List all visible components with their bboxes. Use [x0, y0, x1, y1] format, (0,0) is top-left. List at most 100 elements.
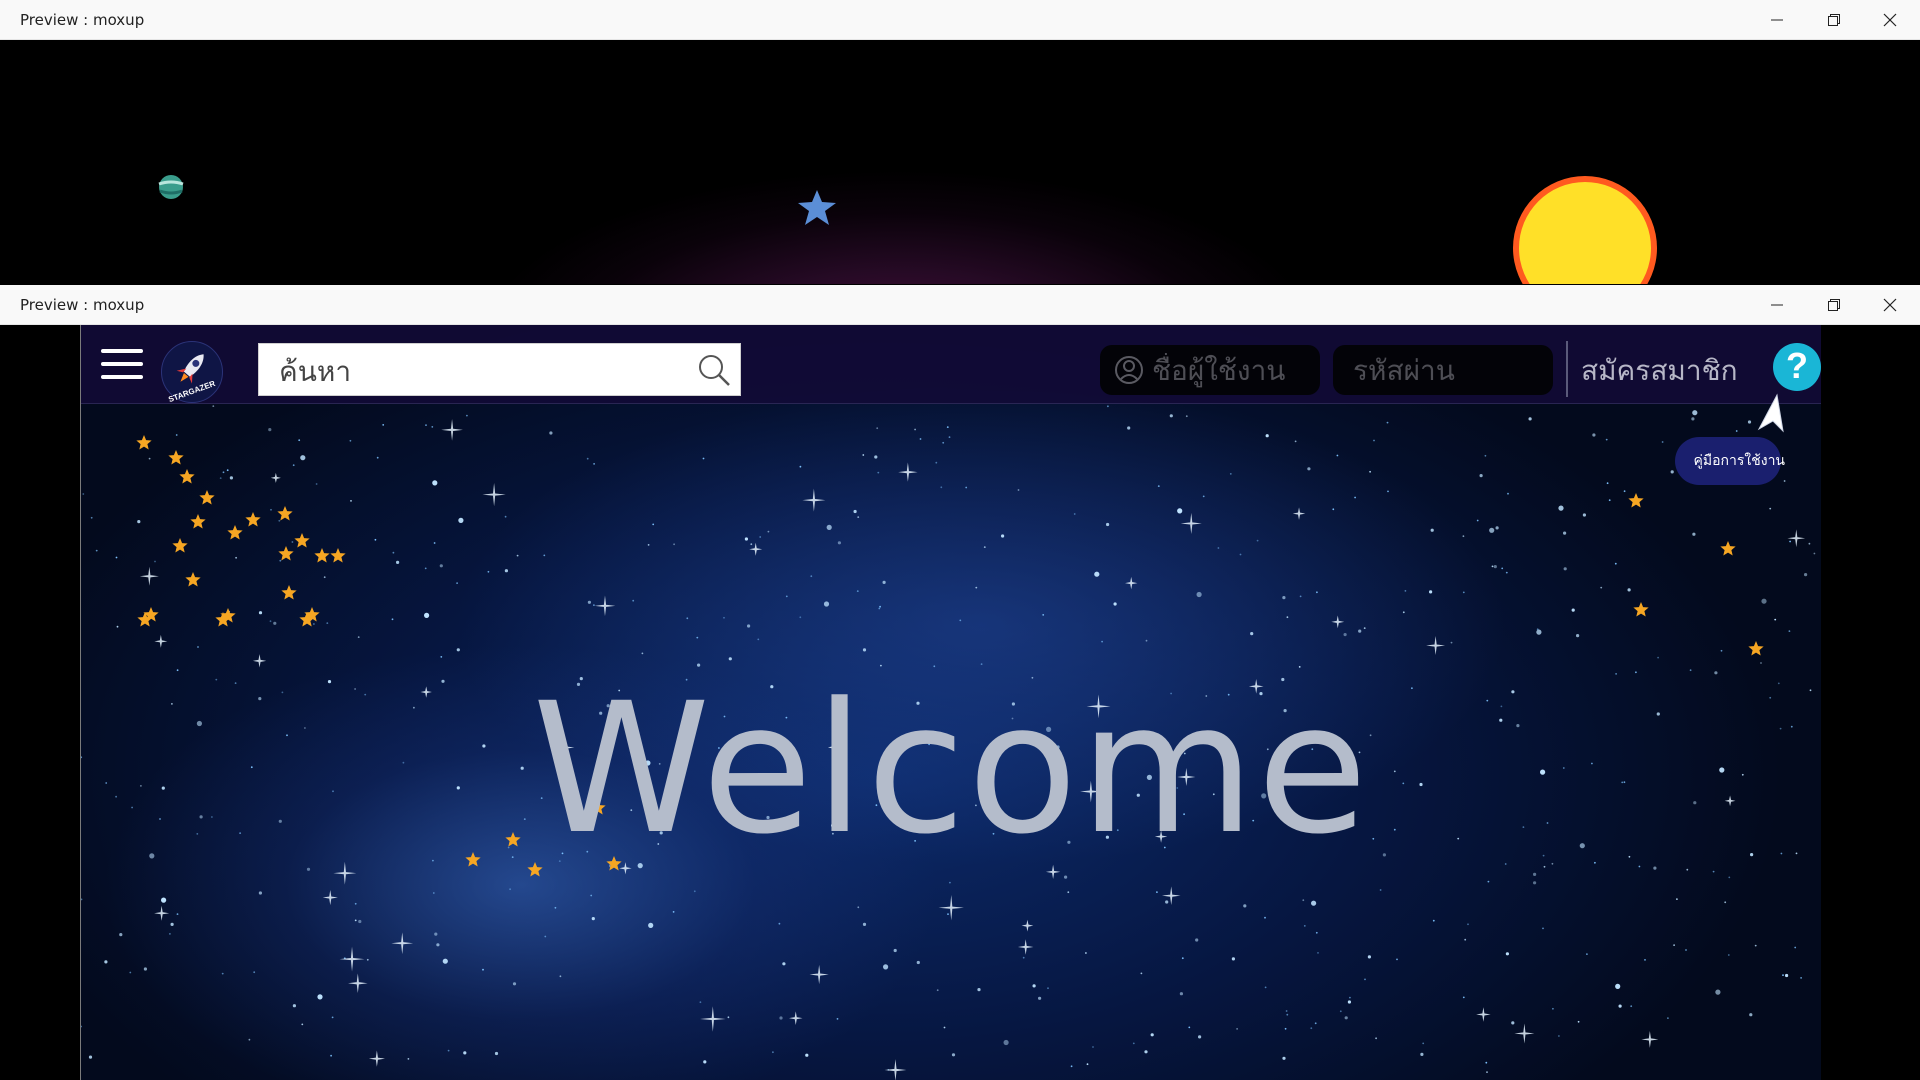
help-button[interactable]: ? [1773, 343, 1821, 391]
background-star [1464, 938, 1467, 941]
search-icon[interactable] [696, 352, 732, 388]
background-star [504, 569, 508, 573]
background-star [253, 971, 256, 974]
background-star [169, 933, 171, 935]
background-star [268, 428, 272, 432]
background-star [857, 906, 860, 909]
background-star [1132, 1042, 1135, 1045]
help-icon: ? [1786, 345, 1808, 386]
background-star [1195, 938, 1199, 942]
background-star [354, 919, 357, 922]
sparkle-star [322, 889, 338, 906]
background-star [391, 618, 394, 621]
background-star [1657, 656, 1659, 659]
background-star [1691, 417, 1695, 421]
gold-star-icon [294, 533, 310, 548]
restore-button[interactable] [1806, 0, 1862, 40]
background-star [587, 600, 591, 604]
background-star [137, 520, 141, 524]
background-star [1165, 900, 1169, 904]
background-star [1140, 972, 1143, 975]
background-star [632, 599, 635, 602]
background-star [1286, 616, 1289, 619]
username-input[interactable] [1150, 352, 1320, 388]
minimize-button[interactable] [1749, 285, 1805, 325]
background-star [591, 917, 595, 921]
close-button[interactable] [1862, 285, 1918, 325]
background-star [1302, 899, 1305, 902]
preview-window-front: Preview : moxup STARGAZER ค้นหา ชื่อผู้ใ… [0, 285, 1920, 1080]
background-star [1635, 671, 1637, 674]
background-star [1316, 591, 1318, 594]
user-manual-button[interactable]: คู่มือการใช้งาน [1675, 437, 1785, 485]
background-star [1432, 919, 1435, 922]
background-star [392, 551, 395, 554]
gold-star-icon [190, 514, 206, 529]
background-star [1692, 410, 1698, 416]
background-star [1113, 602, 1117, 606]
background-star [424, 612, 430, 618]
background-star [1145, 639, 1148, 642]
window-title: Preview : moxup [20, 11, 145, 29]
background-star [197, 646, 199, 648]
background-star [1229, 473, 1232, 475]
restore-button[interactable] [1806, 285, 1862, 325]
background-star [1092, 1046, 1094, 1048]
background-star [366, 958, 369, 961]
background-star [376, 456, 379, 459]
sparkle-star [1161, 886, 1181, 905]
background-star [559, 975, 562, 978]
background-star [1504, 863, 1507, 865]
background-star [1543, 865, 1546, 868]
username-field[interactable] [1100, 345, 1320, 395]
background-star [440, 656, 443, 658]
sparkle-star [700, 1006, 726, 1032]
password-input[interactable] [1351, 352, 1553, 388]
background-star [1501, 567, 1504, 570]
background-star [1188, 1026, 1191, 1029]
gold-star-icon [281, 585, 297, 600]
background-star [424, 567, 427, 570]
sparkle-star [368, 1050, 385, 1067]
hamburger-menu-button[interactable] [101, 349, 145, 381]
background-star [648, 922, 654, 929]
gold-star-icon [168, 450, 184, 465]
background-star [1239, 553, 1242, 556]
background-star [1367, 955, 1371, 959]
background-star [1685, 949, 1687, 951]
background-star [313, 623, 315, 625]
background-star [1804, 573, 1808, 577]
search-input[interactable] [277, 352, 681, 390]
close-button[interactable] [1862, 0, 1918, 40]
background-star [772, 1051, 774, 1054]
background-star [1332, 508, 1335, 511]
background-star [1264, 986, 1267, 989]
background-star [317, 994, 323, 1000]
background-star [1354, 496, 1356, 499]
title-bar[interactable]: Preview : moxup [0, 285, 1920, 325]
background-star [1430, 528, 1434, 532]
background-star [696, 636, 699, 639]
background-star [1627, 588, 1631, 592]
background-star [1073, 513, 1076, 515]
title-bar[interactable]: Preview : moxup [0, 0, 1920, 40]
background-star [1094, 571, 1100, 577]
background-star [935, 461, 938, 464]
background-star [1644, 959, 1646, 961]
background-star [1294, 440, 1297, 443]
background-star [549, 431, 553, 435]
register-link[interactable]: สมัครสมาชิก [1581, 349, 1738, 393]
background-star [1552, 1007, 1554, 1010]
stargazer-logo[interactable]: STARGAZER [161, 341, 223, 404]
background-star [1363, 627, 1366, 629]
background-star [1422, 1042, 1425, 1045]
background-star [936, 989, 939, 992]
gold-star-icon [199, 490, 215, 505]
minimize-button[interactable] [1749, 0, 1805, 40]
front-window-content: STARGAZER ค้นหา ชื่อผู้ใช้งาน สมัครสมาชิ… [0, 325, 1920, 1080]
background-star [1724, 901, 1727, 904]
password-field[interactable] [1333, 345, 1553, 395]
background-star [703, 1060, 707, 1064]
background-star [1618, 1004, 1622, 1008]
background-star [1747, 420, 1752, 424]
